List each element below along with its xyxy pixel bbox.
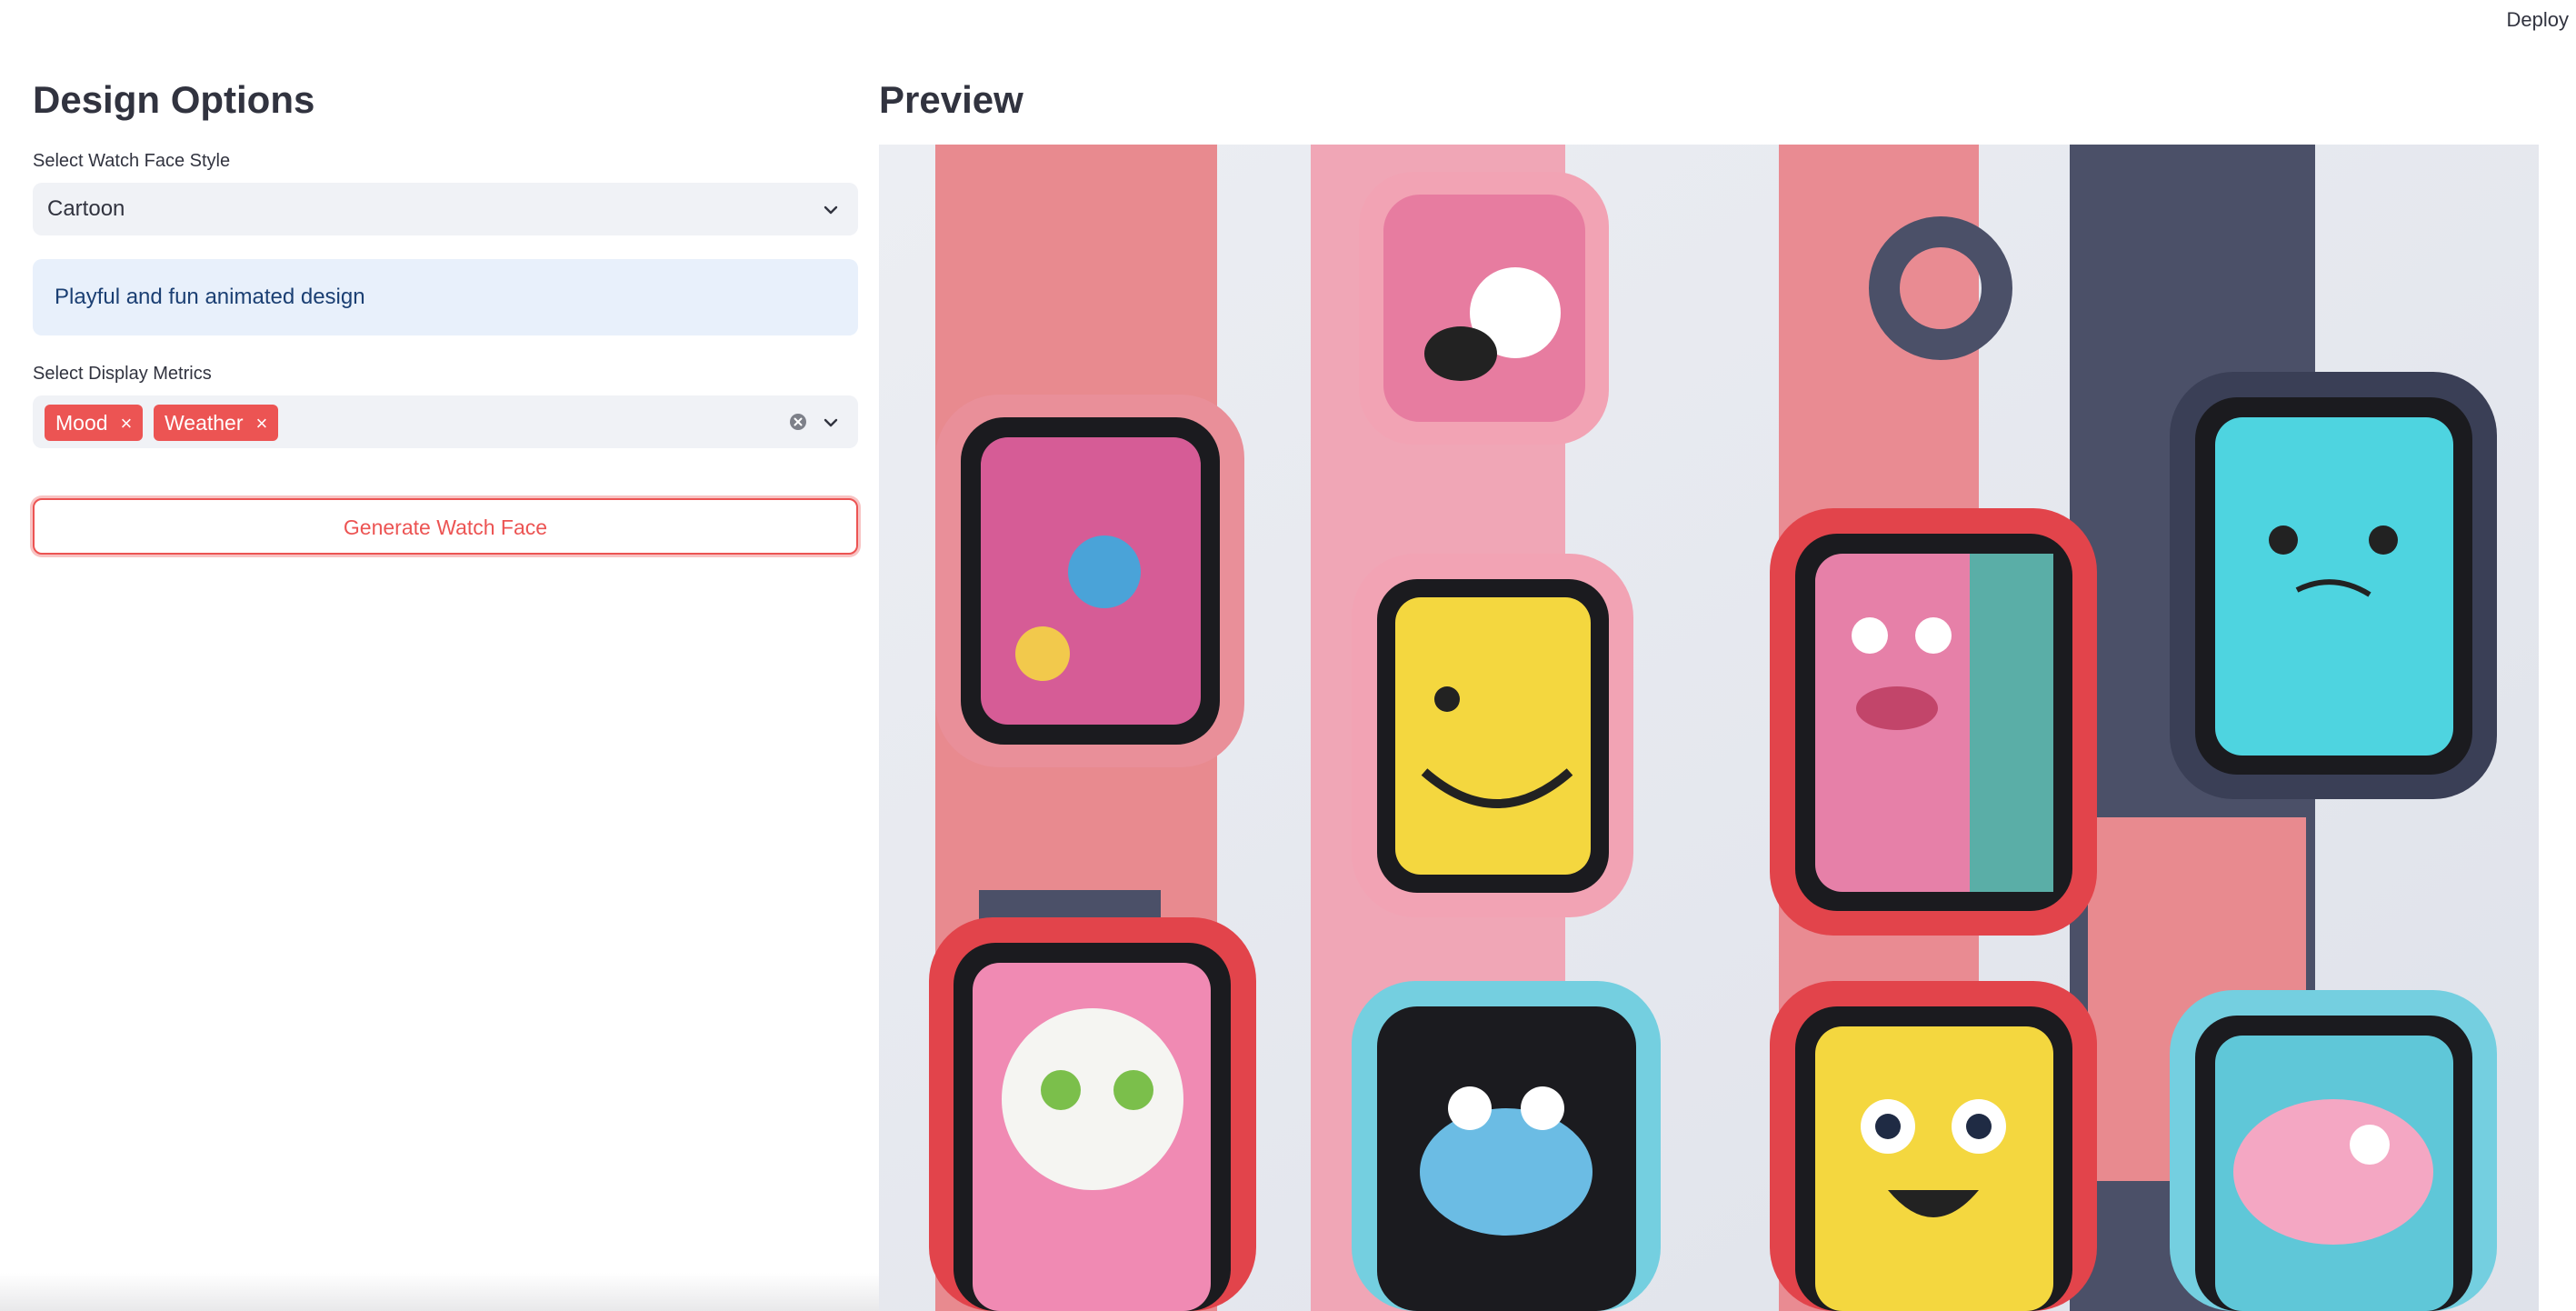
bottom-fade (0, 1273, 879, 1311)
clear-all-icon[interactable] (789, 413, 807, 431)
metric-tag-mood: Mood × (45, 405, 144, 442)
style-description-info: Playful and fun animated design (33, 259, 858, 335)
metric-tag-label: Weather (165, 411, 244, 435)
deploy-button[interactable]: Deploy (2500, 7, 2576, 33)
chevron-down-icon[interactable] (822, 201, 840, 219)
style-description-text: Playful and fun animated design (55, 285, 365, 309)
top-bar: Deploy (0, 0, 2576, 42)
display-metrics-label: Select Display Metrics (33, 364, 212, 384)
chevron-down-icon[interactable] (822, 414, 840, 432)
design-options-title: Design Options (33, 78, 315, 121)
metric-tag-label: Mood (55, 411, 108, 435)
watch-preview-image (879, 145, 2539, 1311)
close-icon[interactable]: × (121, 405, 133, 442)
watch-face-style-value: Cartoon (47, 196, 125, 221)
generate-watch-face-button[interactable]: Generate Watch Face (33, 498, 858, 555)
display-metrics-multiselect[interactable]: Mood × Weather × (33, 395, 858, 448)
metric-tag-weather: Weather × (154, 405, 279, 442)
watch-face-style-select[interactable]: Cartoon (33, 183, 858, 235)
watch-face-style-label: Select Watch Face Style (33, 151, 231, 171)
preview-title: Preview (879, 78, 1023, 121)
watch-grid-illustration (879, 145, 2539, 1311)
close-icon[interactable]: × (256, 405, 268, 442)
